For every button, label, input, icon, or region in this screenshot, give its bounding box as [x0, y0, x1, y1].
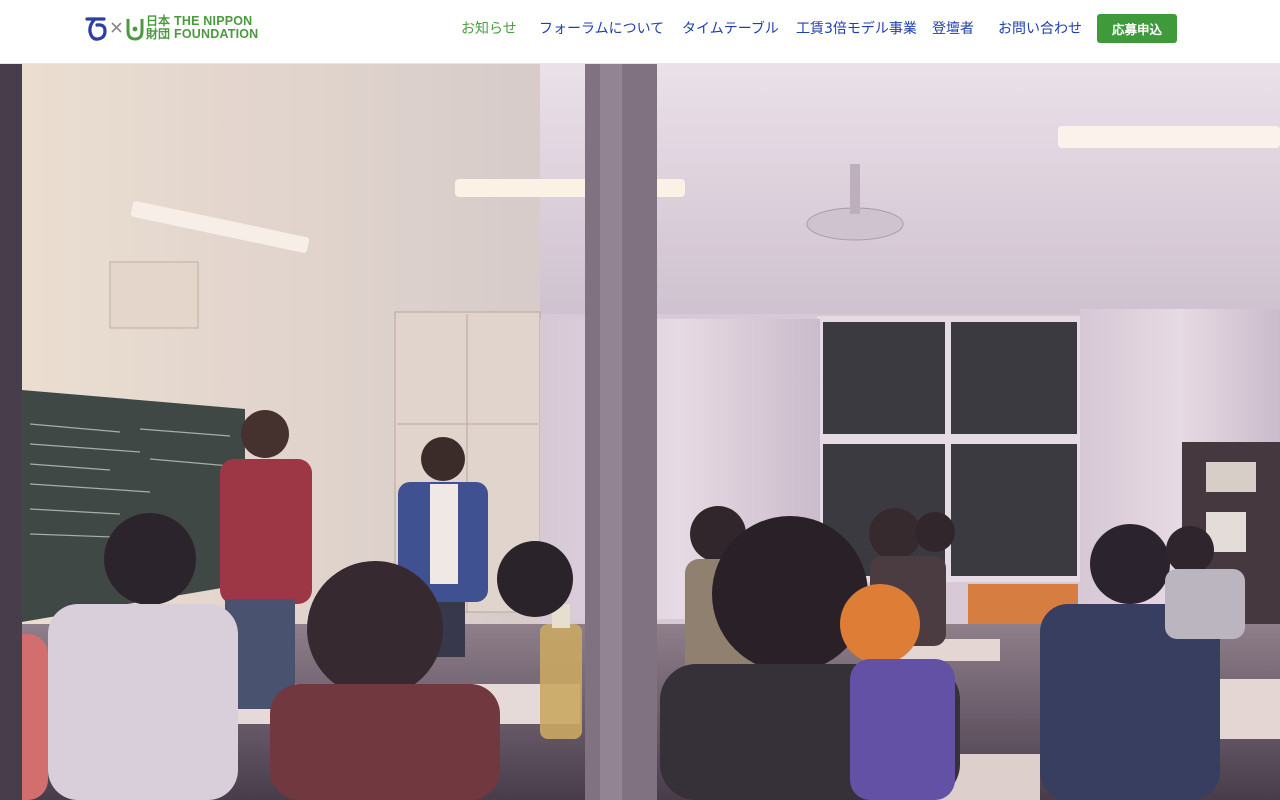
nav-item-contact[interactable]: お問い合わせ	[998, 20, 1082, 38]
site-header: 日本 財団 THE NIPPON FOUNDATION お知らせ フォーラムにつ…	[0, 0, 1280, 64]
site-logo[interactable]: 日本 財団 THE NIPPON FOUNDATION	[84, 13, 258, 43]
logo-name-line2: FOUNDATION	[174, 27, 259, 41]
hero-photo	[0, 64, 1280, 800]
logo-kanji-bottom: 財団	[146, 27, 171, 41]
nav-item-timetable[interactable]: タイムテーブル	[682, 20, 779, 38]
nav-item-news[interactable]: お知らせ	[461, 20, 517, 38]
apply-button[interactable]: 応募申込	[1097, 14, 1177, 43]
logo-mark-icon	[85, 17, 144, 41]
logo-wordmark: THE NIPPON FOUNDATION	[174, 15, 258, 41]
nav-item-speakers[interactable]: 登壇者	[932, 20, 974, 38]
nav-item-about-forum[interactable]: フォーラムについて	[539, 20, 664, 38]
classroom-photo-illustration	[0, 64, 1280, 800]
nav-item-wage-model[interactable]: 工賃3倍モデル事業	[796, 20, 917, 38]
